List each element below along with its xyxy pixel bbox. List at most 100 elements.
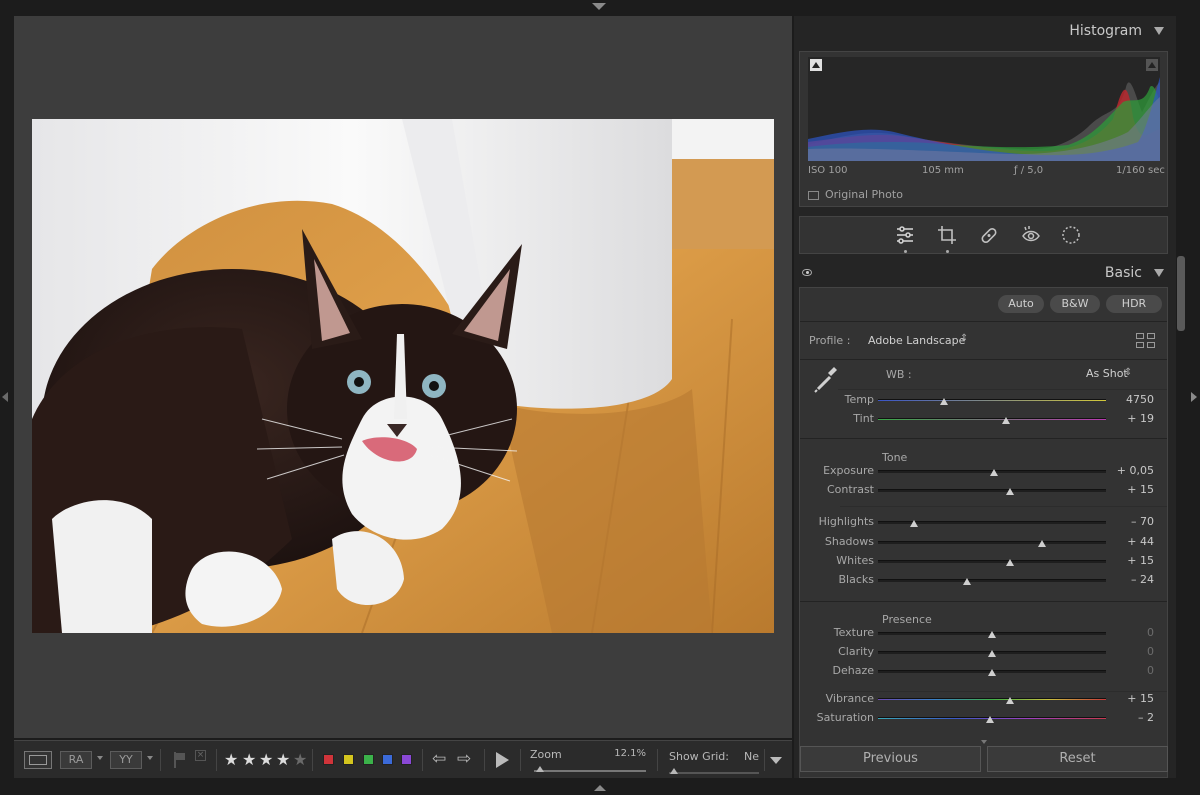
rating-star-icon[interactable]: ★ — [242, 750, 256, 769]
slider-track-temp[interactable] — [878, 399, 1106, 401]
rating-star-icon[interactable]: ★ — [276, 750, 290, 769]
exif-iso: ISO 100 — [808, 165, 848, 176]
reset-button[interactable]: Reset — [987, 746, 1168, 772]
slider-value-clarity[interactable]: 0 — [1098, 645, 1154, 658]
slider-thumb-temp[interactable] — [940, 398, 949, 405]
slider-thumb-dehaze[interactable] — [988, 669, 996, 676]
slider-value-temp[interactable]: 4750 — [1098, 393, 1154, 406]
highlight-clipping-toggle[interactable] — [1146, 59, 1158, 71]
color-label-purple[interactable] — [401, 754, 412, 765]
collapse-triangle-icon[interactable] — [1154, 27, 1164, 35]
color-label-blue[interactable] — [382, 754, 393, 765]
slider-value-saturation[interactable]: – 2 — [1098, 711, 1154, 724]
show-grid-dropdown[interactable]: Ne — [744, 750, 759, 763]
slider-thumb-exposure[interactable] — [990, 469, 999, 476]
triangle-up-icon — [1148, 62, 1156, 68]
wb-updown-icon[interactable]: ⇕ — [1124, 367, 1132, 378]
histogram-panel: ISO 100 105 mm ƒ / 5,0 1/160 sec Origina… — [799, 51, 1168, 207]
left-panel-toggle-icon[interactable] — [2, 392, 8, 402]
slider-track-shadows[interactable] — [878, 541, 1106, 544]
histogram-panel-header[interactable]: Histogram — [794, 16, 1176, 46]
zoom-slider[interactable] — [534, 770, 646, 772]
slider-value-whites[interactable]: + 15 — [1098, 554, 1154, 567]
slider-thumb-blacks[interactable] — [962, 578, 971, 585]
previous-button[interactable]: Previous — [800, 746, 981, 772]
presence-section-label: Presence — [882, 613, 932, 626]
right-panel-toggle-icon[interactable] — [1191, 392, 1197, 402]
reject-flag-icon[interactable]: × — [195, 750, 206, 761]
color-label-green[interactable] — [363, 754, 374, 765]
photo-preview[interactable] — [32, 119, 774, 633]
slider-track-vibrance[interactable] — [878, 698, 1106, 700]
slideshow-play-icon[interactable] — [496, 752, 509, 768]
red-eye-icon[interactable] — [1020, 224, 1042, 246]
slider-value-dehaze[interactable]: 0 — [1098, 664, 1154, 677]
hdr-button[interactable]: HDR — [1106, 295, 1162, 313]
grid-opacity-slider[interactable] — [669, 772, 759, 774]
zoom-slider-thumb[interactable] — [536, 766, 544, 772]
black-white-button[interactable]: B&W — [1050, 295, 1100, 313]
slider-label-whites: Whites — [836, 554, 874, 567]
slider-thumb-clarity[interactable] — [988, 650, 996, 657]
wb-dropdown[interactable]: As Shot — [1086, 367, 1128, 380]
slider-value-shadows[interactable]: + 44 — [1098, 535, 1154, 548]
healing-bandage-icon[interactable] — [978, 224, 1000, 246]
collapse-triangle-icon[interactable] — [1154, 269, 1164, 277]
slider-thumb-whites[interactable] — [1006, 559, 1015, 566]
triangle-up-icon — [812, 62, 820, 68]
slider-track-whites[interactable] — [878, 560, 1106, 563]
slider-thumb-shadows[interactable] — [1038, 540, 1047, 547]
flag-icon[interactable] — [174, 752, 186, 768]
profile-dropdown[interactable]: Adobe Landscape — [868, 334, 965, 347]
slider-value-blacks[interactable]: – 24 — [1098, 573, 1154, 586]
slider-track-contrast[interactable] — [878, 489, 1106, 492]
masking-icon[interactable] — [1060, 224, 1082, 246]
slider-value-vibrance[interactable]: + 15 — [1098, 692, 1154, 705]
basic-panel-header[interactable]: Basic — [794, 258, 1176, 288]
slider-label-texture: Texture — [833, 626, 874, 639]
slider-label-exposure: Exposure — [823, 464, 874, 477]
slider-value-tint[interactable]: + 19 — [1098, 412, 1154, 425]
slider-value-texture[interactable]: 0 — [1098, 626, 1154, 639]
rating-star-icon[interactable]: ★ — [293, 750, 307, 769]
right-panel-scrollbar[interactable] — [1177, 256, 1185, 331]
eye-visibility-icon[interactable] — [802, 269, 812, 276]
histogram-graph[interactable] — [808, 57, 1160, 161]
before-after-top-bottom-button[interactable]: YY — [110, 751, 142, 769]
rating-star-icon[interactable]: ★ — [259, 750, 273, 769]
slider-track-blacks[interactable] — [878, 579, 1106, 582]
slider-track-tint[interactable] — [878, 418, 1106, 420]
next-photo-arrow-icon[interactable]: ⇨ — [457, 749, 471, 769]
slider-thumb-highlights[interactable] — [910, 520, 919, 527]
chevron-down-icon[interactable] — [147, 756, 153, 760]
before-after-left-right-button[interactable]: RA — [60, 751, 92, 769]
rating-star-icon[interactable]: ★ — [224, 750, 238, 769]
slider-thumb-contrast[interactable] — [1006, 488, 1015, 495]
grid-opacity-slider-thumb[interactable] — [670, 768, 678, 774]
crop-icon[interactable] — [936, 224, 958, 246]
slider-value-highlights[interactable]: – 70 — [1098, 515, 1154, 528]
slider-value-exposure[interactable]: + 0,05 — [1098, 464, 1154, 477]
previous-photo-arrow-icon[interactable]: ⇦ — [432, 749, 446, 769]
slider-thumb-tint[interactable] — [1001, 417, 1010, 424]
loupe-view — [14, 16, 792, 738]
loupe-view-button[interactable] — [24, 751, 52, 769]
color-label-red[interactable] — [323, 754, 334, 765]
original-photo-checkbox[interactable] — [808, 191, 819, 200]
profile-browser-grid-icon[interactable] — [1136, 333, 1156, 349]
chevron-down-icon[interactable] — [97, 756, 103, 760]
auto-button[interactable]: Auto — [998, 295, 1044, 313]
slider-thumb-texture[interactable] — [988, 631, 996, 638]
toolbar-content-dropdown-icon[interactable] — [770, 757, 782, 764]
color-label-yellow[interactable] — [343, 754, 354, 765]
edit-sliders-icon[interactable] — [894, 224, 916, 246]
shadow-clipping-toggle[interactable] — [810, 59, 822, 71]
profile-updown-icon[interactable]: ⇕ — [960, 333, 968, 344]
slider-thumb-saturation[interactable] — [985, 716, 994, 723]
slider-value-contrast[interactable]: + 15 — [1098, 483, 1154, 496]
slider-thumb-vibrance[interactable] — [1006, 697, 1015, 704]
bottom-panel-toggle-icon[interactable] — [594, 785, 606, 791]
white-balance-eyedropper-icon[interactable] — [810, 364, 840, 394]
right-panel: Histogram ISO 100 105 mm ƒ / 5,0 1/160 s… — [794, 16, 1176, 778]
top-panel-toggle-icon[interactable] — [592, 3, 606, 10]
